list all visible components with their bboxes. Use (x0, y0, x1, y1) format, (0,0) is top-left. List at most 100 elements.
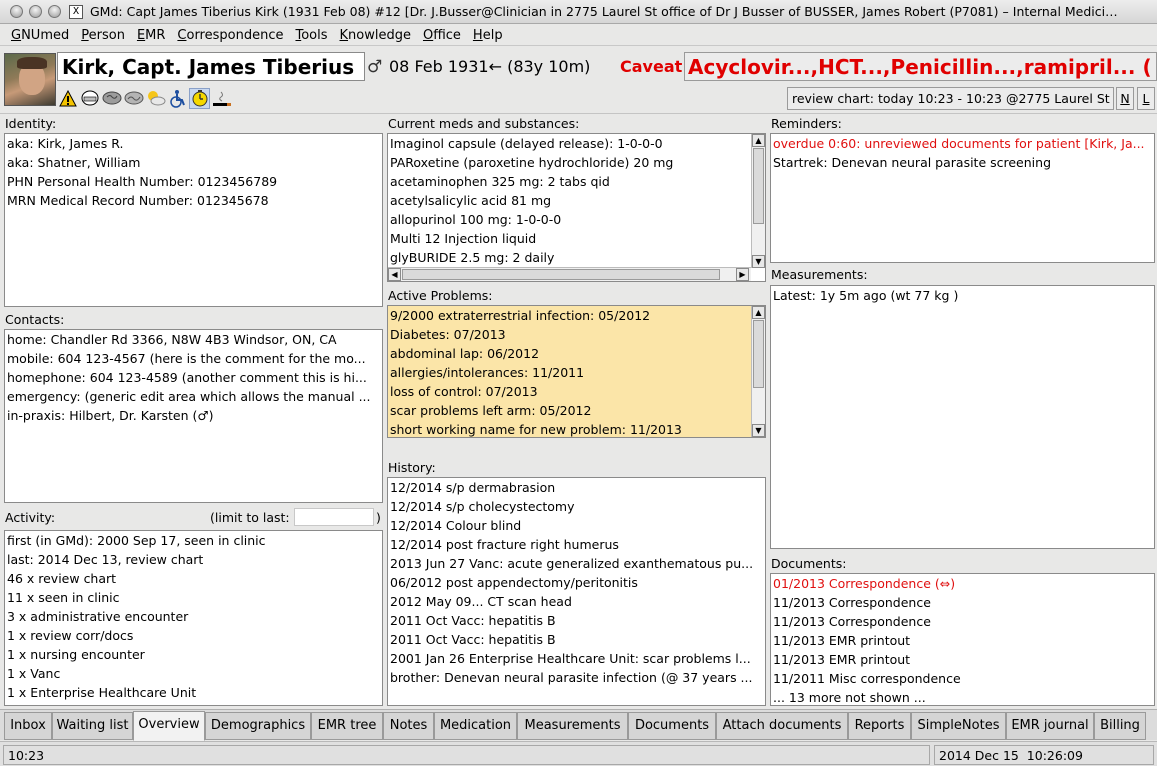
tab-medication[interactable]: Medication (434, 712, 517, 740)
next-button[interactable]: N (1116, 87, 1134, 110)
scroll-down-arrow-icon[interactable]: ▼ (752, 255, 765, 268)
reminders-list[interactable]: overdue 0:60: unreviewed documents for p… (770, 133, 1155, 263)
tab-simplenotes[interactable]: SimpleNotes (911, 712, 1006, 740)
meds-horizontal-scrollbar[interactable]: ◀ ▶ (388, 267, 751, 281)
list-item[interactable]: allergies/intolerances: 11/2011 (388, 363, 765, 382)
list-item[interactable]: Multi 12 Injection liquid (388, 229, 765, 248)
tab-billing[interactable]: Billing (1094, 712, 1146, 740)
scroll-down-arrow-icon[interactable]: ▼ (752, 424, 765, 437)
list-item[interactable]: short working name for new problem: 11/2… (388, 420, 765, 437)
list-item[interactable]: 06/2012 post appendectomy/peritonitis (388, 573, 765, 592)
list-item[interactable]: 1 x Enterprise Healthcare Unit (5, 683, 382, 702)
tab-waiting-list[interactable]: Waiting list (52, 712, 133, 740)
stopwatch-icon[interactable] (189, 87, 210, 109)
identity-list[interactable]: aka: Kirk, James R. aka: Shatner, Willia… (4, 133, 383, 307)
scroll-left-arrow-icon[interactable]: ◀ (388, 268, 401, 281)
list-item[interactable]: Startrek: Denevan neural parasite screen… (771, 153, 1154, 172)
patient-name[interactable]: Kirk, Capt. James Tiberius (57, 52, 365, 81)
list-item[interactable]: 1 x review corr/docs (5, 626, 382, 645)
limit-input[interactable] (294, 508, 374, 526)
tab-emr-journal[interactable]: EMR journal (1006, 712, 1094, 740)
list-item[interactable]: mobile: 604 123-4567 (here is the commen… (5, 349, 382, 368)
list-item[interactable]: 12/2014 s/p dermabrasion (388, 478, 765, 497)
minimize-window-button[interactable] (29, 5, 42, 18)
list-item[interactable]: 9/2000 extraterrestrial infection: 05/20… (388, 306, 765, 325)
list-item[interactable]: abdominal lap: 06/2012 (388, 344, 765, 363)
list-item[interactable]: scar problems left arm: 05/2012 (388, 401, 765, 420)
scroll-thumb[interactable] (753, 148, 764, 224)
menu-gnumed[interactable]: GNUmed (11, 28, 69, 43)
history-list[interactable]: 12/2014 s/p dermabrasion 12/2014 s/p cho… (387, 477, 766, 706)
list-item[interactable]: glyBURIDE 2.5 mg: 2 daily (388, 248, 765, 267)
activity-list[interactable]: first (in GMd): 2000 Sep 17, seen in cli… (4, 530, 383, 706)
list-item[interactable]: 01/2013 Correspondence (⇔) (771, 574, 1154, 593)
smoking-icon[interactable] (211, 88, 232, 109)
tab-reports[interactable]: Reports (848, 712, 911, 740)
list-item[interactable]: 11/2013 Correspondence (771, 612, 1154, 631)
list-item[interactable]: 12/2014 s/p cholecystectomy (388, 497, 765, 516)
list-item[interactable]: 12/2014 Colour blind (388, 516, 765, 535)
menu-help[interactable]: Help (473, 28, 503, 43)
tab-attach-documents[interactable]: Attach documents (716, 712, 848, 740)
list-item[interactable]: PHN Personal Health Number: 0123456789 (5, 172, 382, 191)
list-item[interactable]: 11/2011 Misc correspondence (771, 669, 1154, 688)
contacts-list[interactable]: home: Chandler Rd 3366, N8W 4B3 Windsor,… (4, 329, 383, 503)
list-item[interactable]: last: 2014 Dec 13, review chart (5, 550, 382, 569)
list-item[interactable]: 11/2013 EMR printout (771, 631, 1154, 650)
list-item[interactable]: ... 13 more not shown ... (771, 688, 1154, 705)
review-chart-field[interactable]: review chart: today 10:23 - 10:23 @2775 … (787, 87, 1114, 110)
list-item[interactable]: allopurinol 100 mg: 1-0-0-0 (388, 210, 765, 229)
problems-list[interactable]: 9/2000 extraterrestrial infection: 05/20… (387, 305, 766, 438)
list-item[interactable]: Imaginol capsule (delayed release): 1-0-… (388, 134, 765, 153)
brain-icon[interactable] (101, 88, 122, 109)
list-item[interactable]: loss of control: 07/2013 (388, 382, 765, 401)
scroll-up-arrow-icon[interactable]: ▲ (752, 134, 765, 147)
helmet-icon[interactable] (79, 88, 100, 109)
list-item[interactable]: PARoxetine (paroxetine hydrochloride) 20… (388, 153, 765, 172)
list-item[interactable]: aka: Shatner, William (5, 153, 382, 172)
list-item[interactable]: in-praxis: Hilbert, Dr. Karsten (♂) (5, 406, 382, 425)
list-item[interactable]: acetylsalicylic acid 81 mg (388, 191, 765, 210)
overdue-reminder[interactable]: overdue 0:60: unreviewed documents for p… (771, 134, 1154, 153)
warning-icon[interactable] (57, 88, 78, 109)
list-item[interactable]: 12/2014 post fracture right humerus (388, 535, 765, 554)
menu-person[interactable]: Person (81, 28, 125, 43)
menu-emr[interactable]: EMR (137, 28, 165, 43)
list-item[interactable]: aka: Kirk, James R. (5, 134, 382, 153)
menu-office[interactable]: Office (423, 28, 461, 43)
list-item[interactable]: 46 x review chart (5, 569, 382, 588)
list-item[interactable]: first (in GMd): 2000 Sep 17, seen in cli… (5, 531, 382, 550)
list-item[interactable]: Diabetes: 07/2013 (388, 325, 765, 344)
tab-inbox[interactable]: Inbox (4, 712, 52, 740)
list-item[interactable]: 2013 Jun 27 Vanc: acute generalized exan… (388, 554, 765, 573)
scroll-thumb[interactable] (402, 269, 720, 280)
brain-gray-icon[interactable] (123, 88, 144, 109)
tab-emr-tree[interactable]: EMR tree (311, 712, 383, 740)
list-item[interactable]: 2011 Oct Vacc: hepatitis B (388, 611, 765, 630)
list-item[interactable]: 1 x Vanc (5, 664, 382, 683)
list-item[interactable]: acetaminophen 325 mg: 2 tabs qid (388, 172, 765, 191)
list-item[interactable]: 2011 Oct Vacc: hepatitis B (388, 630, 765, 649)
list-item[interactable]: 2012 May 09... CT scan head (388, 592, 765, 611)
allergy-summary[interactable]: Acyclovir...,HCT...,Penicillin...,ramipr… (684, 52, 1157, 81)
tab-demographics[interactable]: Demographics (205, 712, 311, 740)
weather-icon[interactable] (145, 88, 166, 109)
list-item[interactable]: homephone: 604 123-4589 (another comment… (5, 368, 382, 387)
list-item[interactable]: emergency: (generic edit area which allo… (5, 387, 382, 406)
list-item[interactable]: 2001 Jan 26 Enterprise Healthcare Unit: … (388, 649, 765, 668)
list-item[interactable]: MRN Medical Record Number: 012345678 (5, 191, 382, 210)
list-item[interactable]: 11/2013 EMR printout (771, 650, 1154, 669)
list-item[interactable]: 11 x seen in clinic (5, 588, 382, 607)
menu-correspondence[interactable]: Correspondence (177, 28, 283, 43)
tab-documents[interactable]: Documents (628, 712, 716, 740)
measurements-list[interactable]: Latest: 1y 5m ago (wt 77 kg ) (770, 285, 1155, 549)
tab-measurements[interactable]: Measurements (517, 712, 628, 740)
list-item[interactable]: home: Chandler Rd 3366, N8W 4B3 Windsor,… (5, 330, 382, 349)
list-item[interactable]: 3 x administrative encounter (5, 607, 382, 626)
problems-vertical-scrollbar[interactable]: ▲ ▼ (751, 306, 765, 437)
list-item[interactable]: Latest: 1y 5m ago (wt 77 kg ) (771, 286, 1154, 305)
close-window-button[interactable] (10, 5, 23, 18)
meds-list[interactable]: Imaginol capsule (delayed release): 1-0-… (387, 133, 766, 282)
patient-photo[interactable] (4, 53, 56, 106)
menu-tools[interactable]: Tools (295, 28, 327, 43)
